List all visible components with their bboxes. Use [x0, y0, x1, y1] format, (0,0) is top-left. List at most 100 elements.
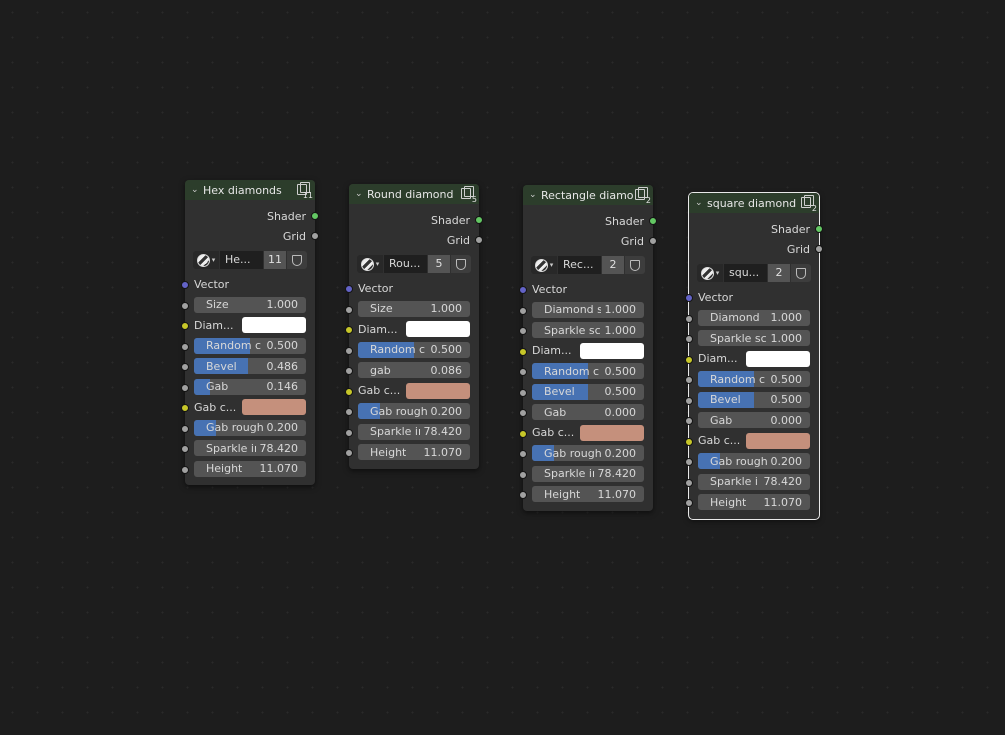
number-field[interactable]: Bevel 0.500	[698, 391, 810, 408]
input-socket[interactable]	[685, 458, 693, 466]
input-socket[interactable]	[181, 322, 189, 330]
input-socket[interactable]	[685, 396, 693, 405]
number-field[interactable]: Sparkle in 78.420	[358, 423, 470, 440]
group-node-rectangle-diamo[interactable]: ⌄Rectangle diamo...2ShaderGrid▾Rec...2Ve…	[519, 185, 657, 511]
input-socket[interactable]	[519, 327, 527, 335]
group-users-button[interactable]: 5	[428, 255, 450, 273]
output-socket[interactable]	[649, 217, 657, 225]
input-socket[interactable]	[685, 335, 693, 343]
input-socket[interactable]	[181, 424, 189, 433]
output-socket[interactable]	[311, 212, 319, 220]
output-socket[interactable]	[815, 225, 823, 233]
number-field[interactable]: Sparkle in 78.420	[194, 440, 306, 457]
input-socket[interactable]	[519, 388, 527, 397]
input-socket[interactable]	[345, 387, 353, 396]
group-name-field[interactable]: Rou...	[384, 255, 427, 273]
number-field[interactable]: gab 0.086	[358, 362, 470, 379]
number-field[interactable]: Size 1.000	[194, 296, 306, 313]
number-field[interactable]: Bevel 0.500	[532, 383, 644, 400]
input-socket[interactable]	[519, 429, 527, 438]
input-socket[interactable]	[519, 491, 527, 499]
input-socket[interactable]	[685, 499, 693, 507]
number-field[interactable]: Height 11.070	[698, 494, 810, 511]
input-socket[interactable]	[181, 281, 189, 289]
input-socket[interactable]	[181, 465, 189, 474]
input-socket[interactable]	[519, 347, 527, 356]
color-swatch[interactable]	[746, 432, 810, 449]
input-socket[interactable]	[685, 417, 693, 425]
input-socket[interactable]	[519, 470, 527, 479]
color-swatch[interactable]	[406, 321, 470, 338]
number-field[interactable]: Gab 0.000	[698, 412, 810, 429]
input-socket[interactable]	[519, 409, 527, 417]
number-field[interactable]: Diamond 1.000	[698, 309, 810, 326]
group-name-field[interactable]: Rec...	[558, 256, 601, 274]
number-field[interactable]: Gab 0.146	[194, 378, 306, 395]
group-node-hex-diamonds[interactable]: ⌄ Hex diamonds 11 Shader Grid ▾ He... 11 Vector S…	[181, 180, 319, 485]
number-field[interactable]: Bevel 0.486	[194, 358, 306, 375]
input-socket[interactable]	[519, 450, 527, 458]
node-header[interactable]: ⌄ square diamond 2	[689, 193, 819, 213]
input-socket[interactable]	[345, 449, 353, 457]
output-socket[interactable]	[649, 237, 657, 245]
fake-user-button[interactable]	[625, 256, 645, 274]
number-field[interactable]: Height 11.070	[194, 460, 306, 477]
number-field[interactable]: Size 1.000	[358, 300, 470, 317]
node-tree-dropdown[interactable]: ▾	[697, 264, 723, 282]
number-field[interactable]: Gab 0.000	[532, 404, 644, 421]
input-socket[interactable]	[685, 478, 693, 487]
number-field[interactable]: Random c 0.500	[194, 337, 306, 354]
group-name-field[interactable]: squ...	[724, 264, 767, 282]
number-field[interactable]: Height 11.070	[532, 486, 644, 503]
node-header[interactable]: ⌄Rectangle diamo... 2	[523, 185, 653, 205]
number-field[interactable]: Gab rough 0.200	[358, 403, 470, 420]
group-users-button[interactable]: 2	[768, 264, 790, 282]
input-socket[interactable]	[345, 367, 353, 375]
output-socket[interactable]	[475, 236, 483, 244]
color-swatch[interactable]	[580, 424, 644, 441]
node-header[interactable]: ⌄ Hex diamonds 11	[185, 180, 315, 200]
number-field[interactable]: Random c 0.500	[532, 363, 644, 380]
output-socket[interactable]	[475, 216, 483, 224]
input-socket[interactable]	[181, 383, 189, 392]
node-tree-dropdown[interactable]: ▾	[193, 251, 219, 269]
group-node-round-diamond[interactable]: ⌄ Round diamond 5 Shader Grid ▾ Rou... 5 Vector S…	[345, 184, 483, 469]
chevron-down-icon[interactable]: ⌄	[355, 189, 367, 199]
chevron-down-icon[interactable]: ⌄	[695, 198, 707, 208]
number-field[interactable]: Height 11.070	[358, 444, 470, 461]
color-swatch[interactable]	[242, 399, 306, 416]
chevron-down-icon[interactable]: ⌄	[529, 190, 541, 200]
number-field[interactable]: Gab rough 0.200	[194, 419, 306, 436]
input-socket[interactable]	[181, 301, 189, 310]
node-tree-dropdown[interactable]: ▾	[531, 256, 557, 274]
group-users-button[interactable]: 2	[602, 256, 624, 274]
number-field[interactable]: Random c 0.500	[698, 371, 810, 388]
node-header[interactable]: ⌄ Round diamond 5	[349, 184, 479, 204]
input-socket[interactable]	[685, 294, 693, 302]
input-socket[interactable]	[345, 285, 353, 293]
input-socket[interactable]	[519, 306, 527, 315]
input-socket[interactable]	[519, 286, 527, 294]
number-field[interactable]: Sparkle sc 1.000	[698, 330, 810, 347]
color-swatch[interactable]	[580, 342, 644, 359]
number-field[interactable]: Sparkle in 78.420	[532, 465, 644, 482]
fake-user-button[interactable]	[791, 264, 811, 282]
input-socket[interactable]	[181, 445, 189, 453]
input-socket[interactable]	[685, 314, 693, 323]
number-field[interactable]: Sparkle sc 1.000	[532, 322, 644, 339]
input-socket[interactable]	[345, 408, 353, 416]
input-socket[interactable]	[181, 342, 189, 351]
node-group-selector[interactable]: ▾ Rec... 2	[531, 256, 645, 274]
input-socket[interactable]	[345, 305, 353, 314]
color-swatch[interactable]	[406, 382, 470, 399]
color-swatch[interactable]	[746, 350, 810, 367]
chevron-down-icon[interactable]: ⌄	[191, 185, 203, 195]
input-socket[interactable]	[519, 368, 527, 376]
number-field[interactable]: Gab rough 0.200	[532, 445, 644, 462]
node-group-selector[interactable]: ▾ He... 11	[193, 251, 307, 269]
input-socket[interactable]	[345, 346, 353, 355]
output-socket[interactable]	[815, 245, 823, 253]
group-node-square-diamond[interactable]: ⌄ square diamond 2 Shader Grid ▾ squ... 2 Vector…	[685, 192, 823, 520]
input-socket[interactable]	[685, 376, 693, 384]
color-swatch[interactable]	[242, 317, 306, 334]
